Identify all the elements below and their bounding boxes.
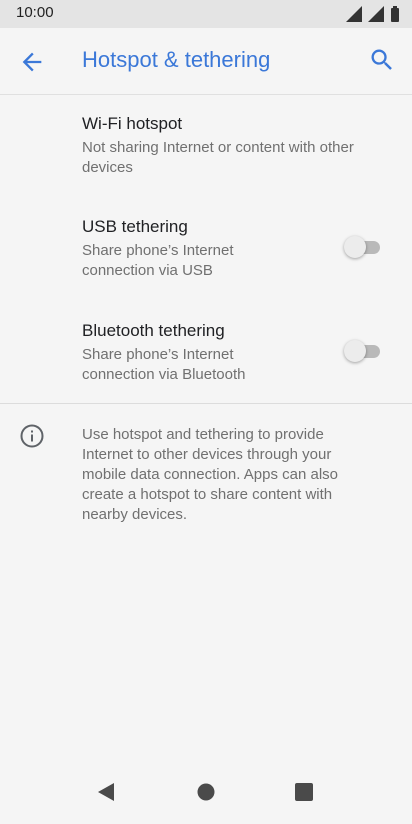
summary-line: Share phone’s Internet <box>82 242 234 259</box>
switch-thumb <box>344 340 366 362</box>
usb-tethering-switch[interactable] <box>344 235 384 259</box>
bluetooth-tethering-switch[interactable] <box>344 339 384 363</box>
pref-title: Bluetooth tethering <box>82 321 225 340</box>
info-text: Use hotspot and tethering to provide Int… <box>82 425 382 525</box>
status-icons <box>346 6 400 22</box>
pref-title: Wi-Fi hotspot <box>82 114 183 133</box>
summary-line: connection via USB <box>82 262 213 279</box>
back-button[interactable] <box>18 48 46 76</box>
nav-back-icon <box>98 783 114 801</box>
nav-home-button[interactable] <box>194 780 218 804</box>
summary-line: Share phone’s Internet <box>82 346 234 363</box>
info-line: mobile data connection. Apps can also <box>82 466 339 483</box>
arrow-back-icon <box>22 52 42 72</box>
pref-title: USB tethering <box>82 217 188 236</box>
summary-line: connection via Bluetooth <box>82 366 246 383</box>
app-bar: Hotspot & tethering <box>0 28 412 95</box>
info-line: nearby devices. <box>82 506 188 523</box>
info-line: create a hotspot to share content with <box>82 486 333 503</box>
summary-line: Not sharing Internet or content with oth… <box>82 139 354 156</box>
summary-line: devices <box>82 159 133 176</box>
info-line: Internet to other devices through your <box>82 446 332 463</box>
page-title: Hotspot & tethering <box>82 47 271 72</box>
usb-tethering-item[interactable]: USB tethering Share phone’s Internet con… <box>0 198 412 298</box>
navigation-bar <box>0 760 412 824</box>
nav-home-icon <box>197 783 215 801</box>
search-icon <box>371 49 392 70</box>
cell-signal-icon <box>368 6 384 22</box>
status-time: 10:00 <box>16 4 54 21</box>
wifi-hotspot-item[interactable]: Wi-Fi hotspot Not sharing Internet or co… <box>0 95 412 195</box>
info-icon <box>19 423 45 449</box>
nav-recents-icon <box>295 783 313 801</box>
status-bar: 10:00 <box>0 0 412 28</box>
nav-recents-button[interactable] <box>292 780 316 804</box>
pref-summary: Share phone’s Internet connection via Bl… <box>82 345 245 385</box>
pref-summary: Share phone’s Internet connection via US… <box>82 241 234 281</box>
switch-thumb <box>344 236 366 258</box>
bluetooth-tethering-item[interactable]: Bluetooth tethering Share phone’s Intern… <box>0 302 412 402</box>
pref-summary: Not sharing Internet or content with oth… <box>82 138 354 178</box>
nav-back-button[interactable] <box>94 780 118 804</box>
divider <box>0 403 412 404</box>
search-button[interactable] <box>368 46 396 74</box>
wifi-signal-icon <box>346 6 362 22</box>
info-line: Use hotspot and tethering to provide <box>82 426 324 443</box>
battery-icon <box>391 6 399 22</box>
